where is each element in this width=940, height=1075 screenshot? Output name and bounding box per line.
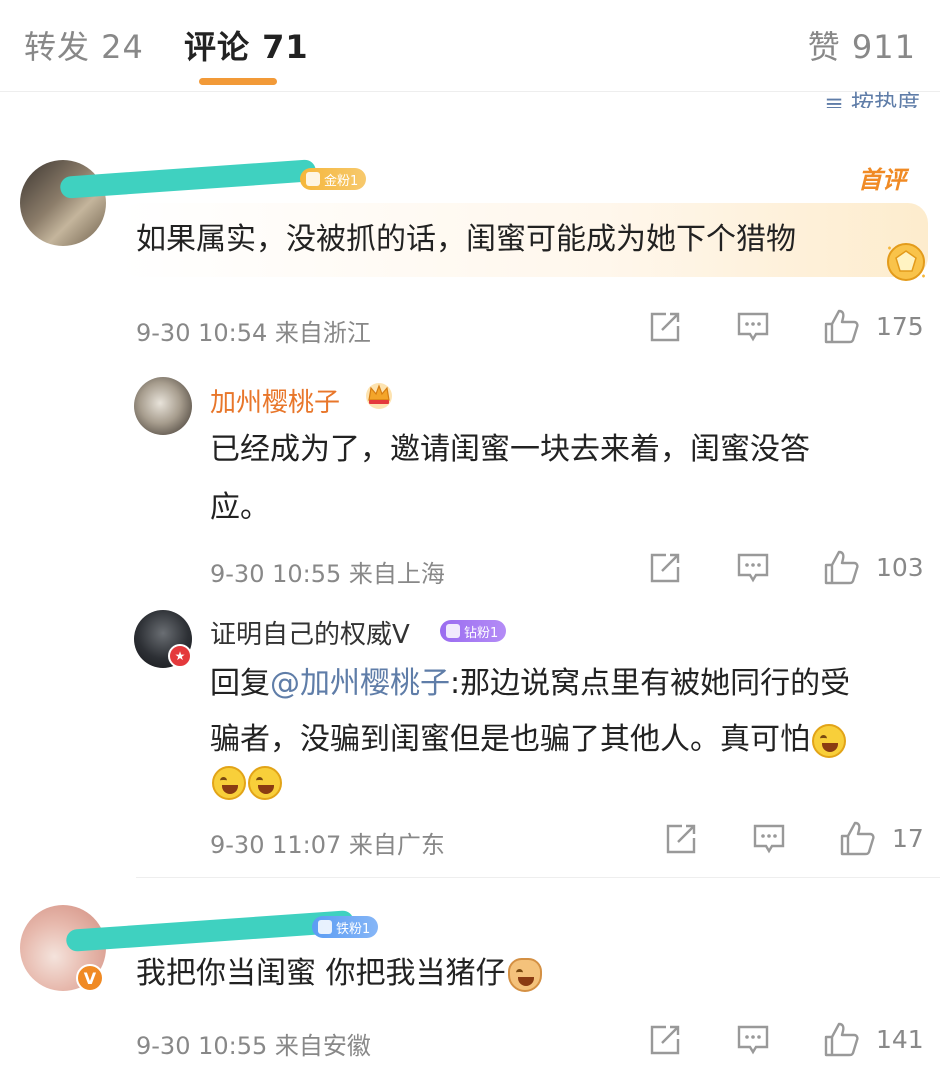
first-comment-tag: 首评 (858, 166, 906, 194)
reply-text-line2: 骗者，没骗到闺蜜但是也骗了其他人。真可怕 (210, 710, 846, 770)
fan-gem-icon (306, 172, 320, 186)
like-count: 141 (876, 1025, 924, 1054)
mention-link[interactable]: @加州樱桃子 (270, 666, 450, 701)
like-icon[interactable] (822, 1021, 860, 1059)
fan-badge: 钻粉1 (440, 620, 507, 642)
avatar[interactable] (134, 377, 192, 435)
share-icon[interactable] (648, 1023, 682, 1057)
comment-time: 9-30 11:07 来自广东 (210, 831, 445, 859)
tab-likes[interactable]: 赞 911 (808, 22, 916, 68)
like-icon[interactable] (822, 308, 860, 346)
dog-emoji (507, 957, 542, 992)
tab-bar: 转发 24 评论 71 赞 911 (0, 0, 940, 92)
reply-text-line1: 回复@加州樱桃子:那边说窝点里有被她同行的受 (210, 666, 851, 701)
laugh-cry-emoji (248, 765, 282, 800)
divider (136, 877, 940, 878)
reply-emoji-line (210, 752, 282, 812)
verified-badge-icon: V (76, 964, 104, 992)
like-count: 17 (892, 824, 924, 853)
laugh-cry-emoji (212, 765, 246, 800)
comment-time: 9-30 10:55 来自安徽 (136, 1032, 371, 1060)
like-icon[interactable] (822, 549, 860, 587)
redaction-scribble (59, 159, 317, 199)
sort-by-hot[interactable]: ≡ 按热度 (824, 84, 920, 108)
comment-text: 如果属实，没被抓的话，闺蜜可能成为她下个猎物 (136, 222, 796, 257)
comment-time: 9-30 10:55 来自上海 (210, 560, 445, 588)
comment-icon[interactable] (736, 310, 770, 344)
active-tab-indicator (199, 78, 277, 85)
reply-text-line2: 应。 (210, 490, 270, 525)
username[interactable]: 加州樱桃子 (210, 382, 340, 419)
laugh-cry-emoji (812, 723, 846, 758)
comment-icon[interactable] (736, 551, 770, 585)
verified-badge-icon: ★ (168, 644, 192, 668)
reply-text-line1: 已经成为了，邀请闺蜜一块去来着，闺蜜没答 (210, 432, 810, 467)
fan-gem-icon (318, 920, 332, 934)
avatar[interactable] (20, 160, 106, 246)
like-count: 103 (876, 553, 924, 582)
share-icon[interactable] (648, 310, 682, 344)
share-icon[interactable] (648, 551, 682, 585)
comment-icon[interactable] (752, 822, 786, 856)
comment-text: 我把你当闺蜜 你把我当猪仔 (136, 944, 542, 1004)
tab-repost[interactable]: 转发 24 (24, 22, 144, 68)
comment-icon[interactable] (736, 1023, 770, 1057)
tab-comments[interactable]: 评论 71 (184, 22, 309, 68)
like-count: 175 (876, 312, 924, 341)
fan-badge: 金粉1 (300, 168, 367, 190)
share-icon[interactable] (664, 822, 698, 856)
crown-icon (366, 383, 392, 409)
fan-gem-icon (446, 624, 460, 638)
username[interactable]: 证明自己的权威V (210, 614, 410, 651)
gold-coin-icon (887, 243, 925, 281)
fan-badge: 铁粉1 (312, 916, 379, 938)
comment-time: 9-30 10:54 来自浙江 (136, 319, 371, 347)
like-icon[interactable] (838, 820, 876, 858)
